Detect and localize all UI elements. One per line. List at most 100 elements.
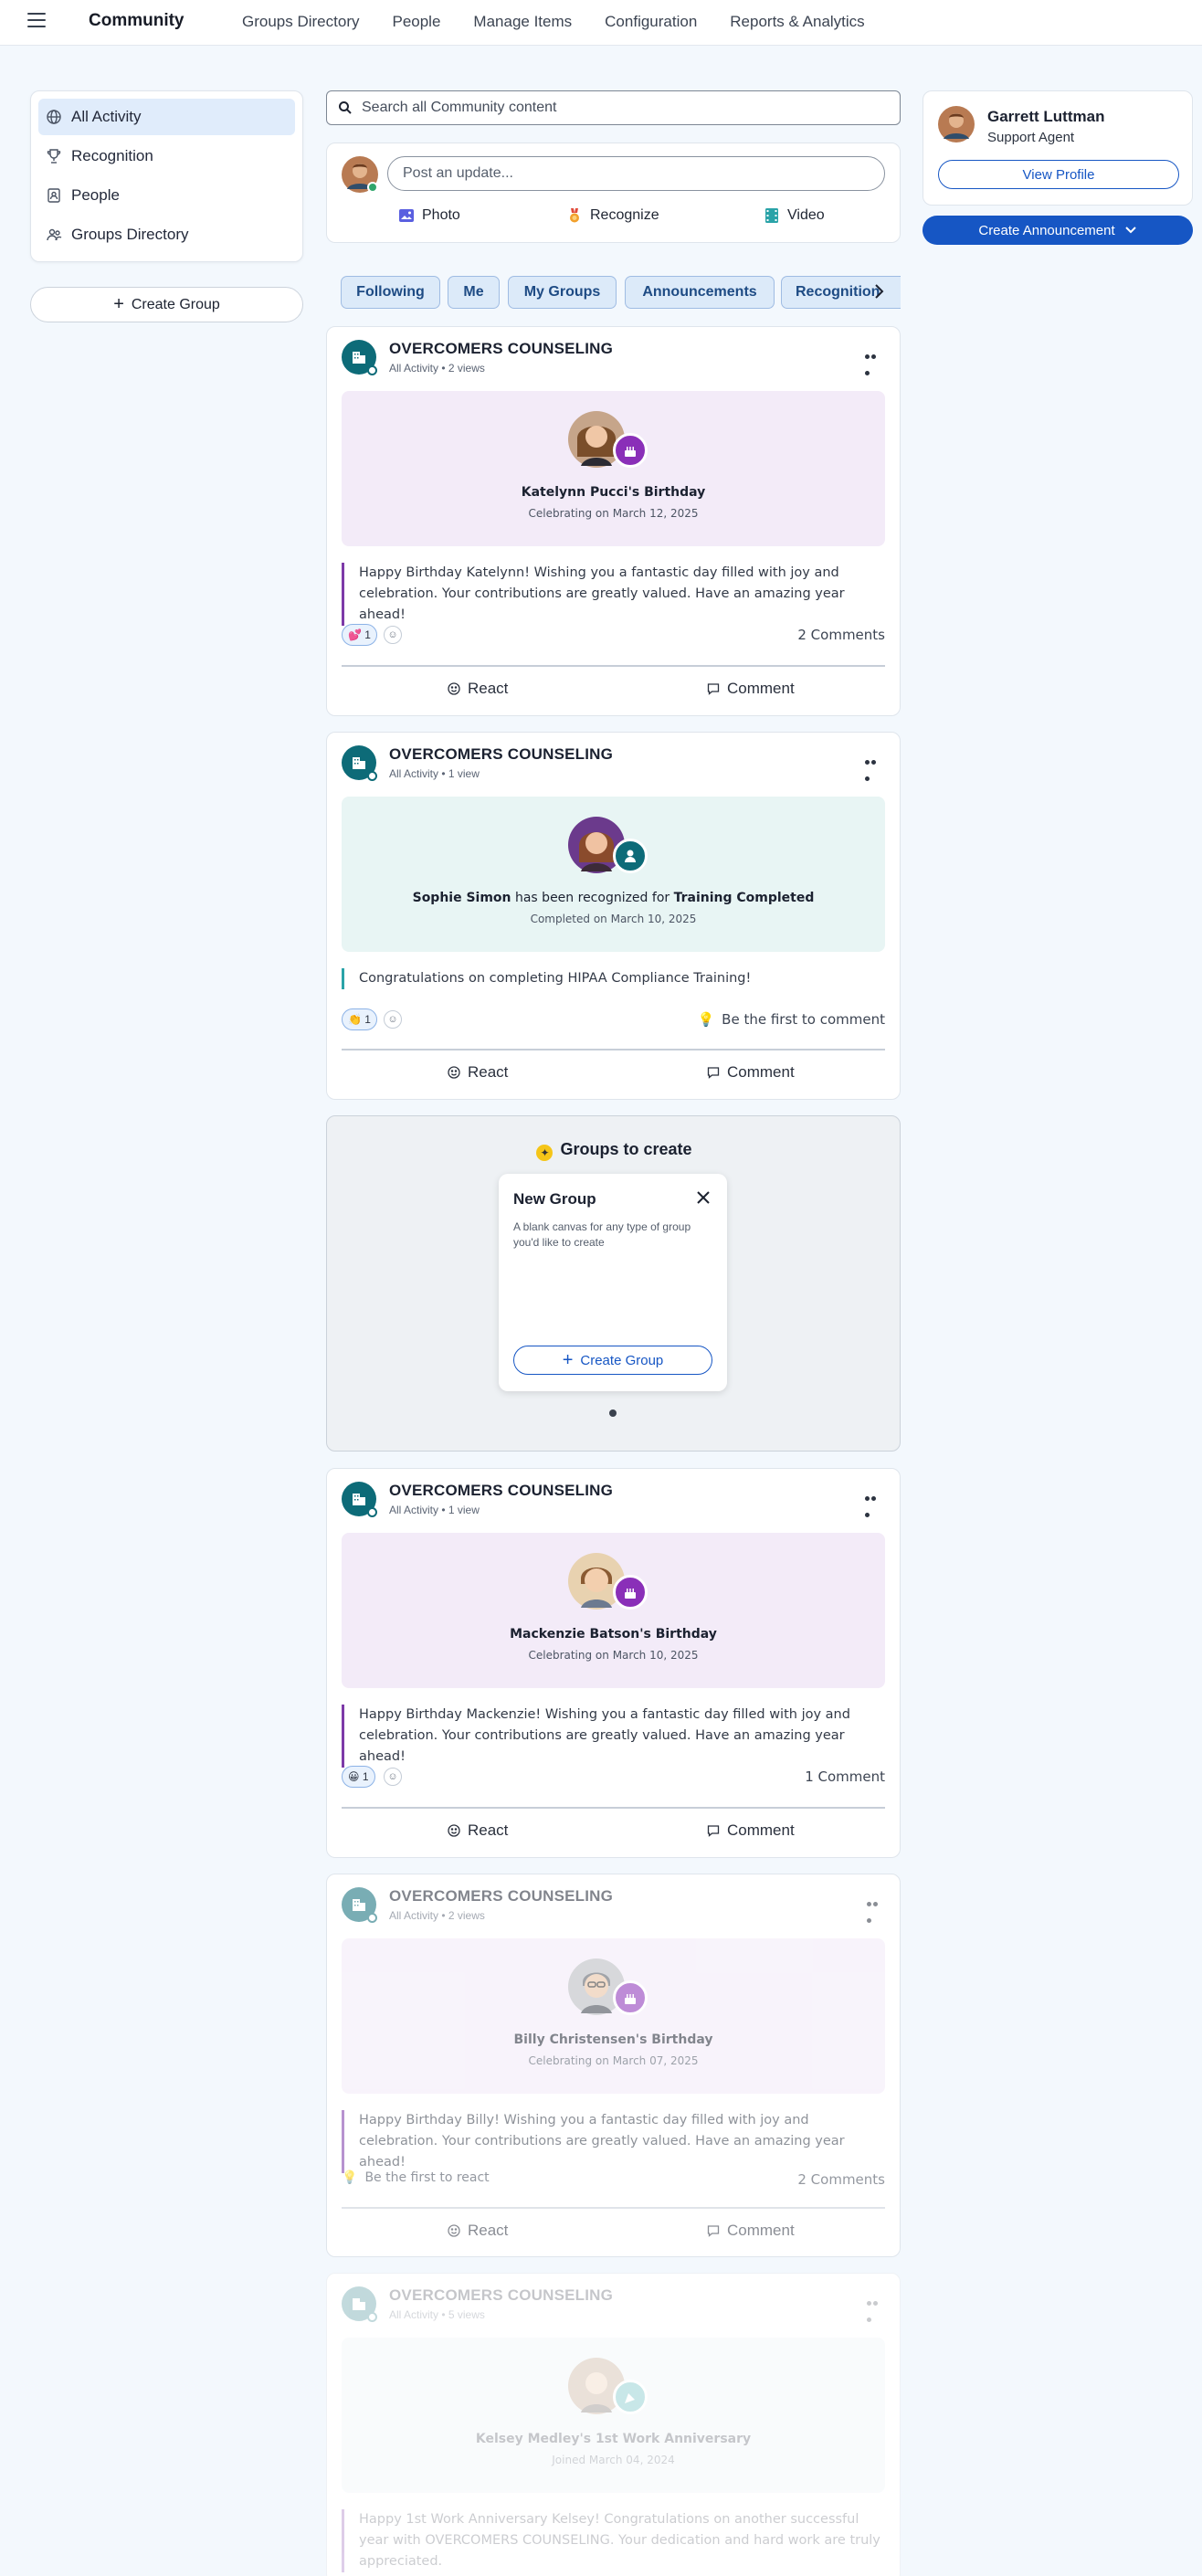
recognize-button[interactable]: Recognize (566, 207, 659, 224)
sidebar-item-people[interactable]: People (38, 177, 295, 214)
add-reaction-icon[interactable]: ☺ (384, 1010, 402, 1029)
carousel-dot[interactable] (609, 1409, 617, 1417)
nav-link-groups-directory[interactable]: Groups Directory (242, 13, 359, 31)
create-announcement-button[interactable]: Create Announcement (923, 216, 1193, 245)
create-group-card-label: Create Group (580, 1352, 664, 1368)
menu-icon[interactable] (27, 13, 46, 29)
comment-button[interactable]: Comment (707, 2218, 795, 2243)
org-building-icon[interactable] (342, 1482, 377, 1517)
post-author[interactable]: OVERCOMERS COUNSELING (389, 1482, 613, 1500)
comment-label: Comment (727, 2222, 795, 2239)
react-button[interactable]: React (448, 1060, 508, 1085)
close-icon[interactable] (696, 1190, 711, 1205)
recognition-banner: Sophie Simon has been recognized for Tra… (342, 797, 885, 952)
more-options-icon[interactable] (865, 1489, 883, 1517)
org-building-icon[interactable] (342, 1887, 377, 1923)
react-button[interactable]: React (448, 2218, 508, 2243)
more-options-icon[interactable] (867, 2294, 885, 2322)
photo-icon (398, 207, 415, 224)
recognized-person[interactable]: Sophie Simon (413, 891, 511, 905)
video-button[interactable]: Video (764, 207, 825, 224)
profile-name[interactable]: Garrett Luttman (987, 108, 1104, 126)
lightbulb-icon: 💡 (697, 1011, 715, 1028)
video-icon (764, 207, 780, 224)
feed-post: OVERCOMERS COUNSELING All Activity • 5 v… (326, 2273, 901, 2576)
more-options-icon[interactable] (865, 753, 883, 781)
sparkle-icon: ✦ (536, 1145, 554, 1161)
lightbulb-icon: 💡 (342, 2170, 358, 2185)
comment-icon (707, 1824, 720, 1837)
first-comment-prompt[interactable]: 💡 Be the first to comment (697, 1011, 885, 1028)
comment-count[interactable]: 2 Comments (797, 2171, 885, 2188)
first-react-prompt[interactable]: 💡 Be the first to react (342, 2170, 490, 2185)
smile-icon (448, 1824, 460, 1837)
comment-count[interactable]: 1 Comment (805, 1768, 885, 1785)
photo-button[interactable]: Photo (398, 207, 460, 224)
new-group-title: New Group (513, 1190, 596, 1208)
org-building-icon[interactable] (342, 745, 377, 781)
nav-link-people[interactable]: People (392, 13, 440, 31)
sidebar-item-groups-directory[interactable]: Groups Directory (38, 216, 295, 253)
nav-link-configuration[interactable]: Configuration (605, 13, 697, 31)
org-building-icon[interactable] (342, 2286, 377, 2322)
post-message: Happy 1st Work Anniversary Kelsey! Congr… (342, 2509, 885, 2572)
sidebar-item-all-activity[interactable]: All Activity (38, 99, 295, 135)
add-reaction-icon[interactable]: ☺ (384, 1768, 402, 1786)
post-meta: All Activity • 2 views (389, 362, 485, 375)
react-label: React (468, 1063, 509, 1081)
post-author[interactable]: OVERCOMERS COUNSELING (389, 745, 613, 764)
comment-button[interactable]: Comment (707, 1818, 795, 1843)
chevron-down-icon (1124, 224, 1137, 237)
comment-label: Comment (727, 1063, 795, 1081)
org-building-icon[interactable] (342, 340, 377, 375)
avatar[interactable] (342, 156, 378, 193)
feed-post: OVERCOMERS COUNSELING All Activity • 1 v… (326, 732, 901, 1100)
create-group-label: Create Group (131, 296, 220, 312)
comment-button[interactable]: Comment (707, 676, 795, 702)
filter-announcements[interactable]: Announcements (625, 276, 775, 309)
sidebar-item-label: Recognition (71, 147, 153, 164)
banner-subtitle: Celebrating on March 07, 2025 (528, 2054, 699, 2067)
avatar[interactable] (938, 106, 975, 143)
reaction-pill[interactable]: 👏 1 (342, 1008, 377, 1030)
post-author[interactable]: OVERCOMERS COUNSELING (389, 1887, 613, 1906)
post-message: Happy Birthday Katelynn! Wishing you a f… (342, 563, 885, 626)
filter-my-groups[interactable]: My Groups (508, 276, 617, 309)
reaction-pill[interactable]: 😀 1 (342, 1766, 375, 1788)
create-announcement-label: Create Announcement (978, 222, 1115, 238)
anniversary-banner: Kelsey Medley's 1st Work Anniversary Joi… (342, 2338, 885, 2493)
nav-link-manage-items[interactable]: Manage Items (473, 13, 572, 31)
add-reaction-icon[interactable]: ☺ (384, 626, 402, 644)
more-options-icon[interactable] (865, 347, 883, 375)
post-author[interactable]: OVERCOMERS COUNSELING (389, 2286, 613, 2305)
post-update-input[interactable]: Post an update... (387, 156, 885, 191)
view-profile-button[interactable]: View Profile (938, 160, 1179, 189)
search-input[interactable]: Search all Community content (326, 90, 901, 125)
comment-button[interactable]: Comment (707, 1060, 795, 1085)
recognize-label: Recognize (590, 207, 659, 223)
react-button[interactable]: React (448, 1818, 508, 1843)
divider (342, 1049, 885, 1050)
post-author[interactable]: OVERCOMERS COUNSELING (389, 340, 613, 358)
post-meta: All Activity • 1 view (389, 1504, 480, 1516)
create-group-card-button[interactable]: + Create Group (513, 1346, 712, 1375)
sidebar-item-recognition[interactable]: Recognition (38, 138, 295, 174)
filter-me[interactable]: Me (448, 276, 500, 309)
react-button[interactable]: React (448, 676, 508, 702)
divider (342, 665, 885, 667)
comment-count[interactable]: 2 Comments (797, 627, 885, 643)
chevron-right-icon[interactable] (870, 281, 887, 301)
banner-subtitle: Joined March 04, 2024 (552, 2454, 675, 2466)
birthday-cake-icon (613, 433, 648, 468)
post-meta: All Activity • 2 views (389, 1909, 485, 1922)
comment-icon (707, 1066, 720, 1079)
sidebar-nav: All Activity Recognition People Groups D… (30, 90, 303, 262)
create-group-button[interactable]: + Create Group (30, 287, 303, 322)
reaction-pill[interactable]: 💕 1 (342, 624, 377, 646)
nav-link-reports[interactable]: Reports & Analytics (730, 13, 864, 31)
reaction-row: 😀 1 ☺ 1 Comment (342, 1766, 885, 1788)
brand-title[interactable]: Community (89, 11, 185, 31)
filter-following[interactable]: Following (341, 276, 440, 309)
more-options-icon[interactable] (867, 1895, 885, 1923)
photo-label: Photo (422, 207, 460, 223)
